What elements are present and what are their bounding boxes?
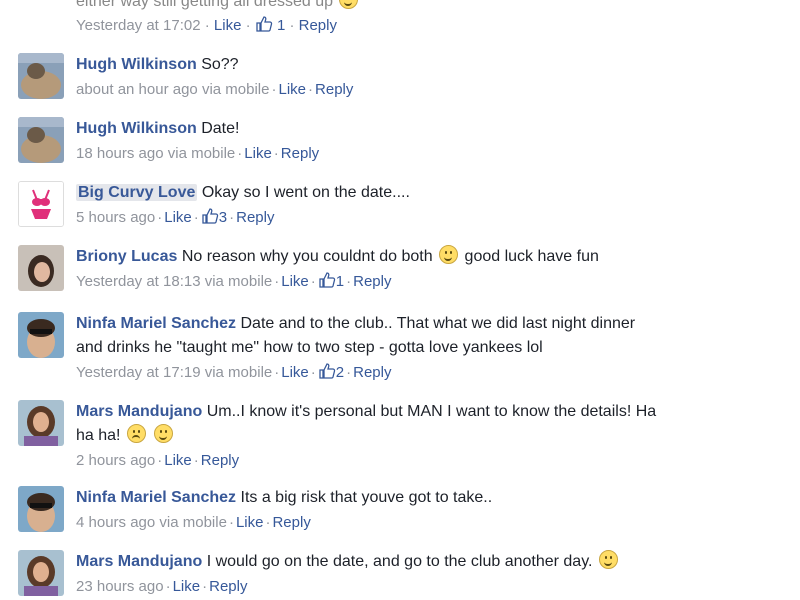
comment-meta: 2 hours ago · Like · Reply (76, 452, 240, 469)
smiley-emoji-icon (339, 0, 359, 9)
comment-text-cont: ha ha! (76, 427, 121, 444)
like-count[interactable]: 1 (336, 273, 344, 290)
avatar[interactable] (18, 245, 64, 291)
author-name[interactable]: Mars Mandujano (76, 553, 202, 570)
like-link[interactable]: Like (281, 273, 309, 290)
swimsuit-avatar-icon (19, 182, 63, 226)
comment-text: Its a big risk that youve got to take.. (240, 489, 493, 506)
avatar-briony-photo (18, 245, 64, 291)
comment-text: So?? (201, 56, 239, 73)
avatar[interactable] (18, 400, 64, 446)
avatar[interactable] (18, 550, 64, 596)
comment-meta: 5 hours ago · Like · 3 · Reply (76, 208, 275, 226)
comment-meta: Yesterday at 17:19 via mobile · Like · 2 · Rep… (76, 363, 392, 381)
avatar-ninfa-photo (18, 312, 64, 358)
like-link[interactable]: Like (164, 209, 192, 226)
thumbs-up-icon[interactable] (318, 272, 336, 288)
reply-link[interactable]: Reply (299, 17, 337, 34)
comment-text: Okay so I went on the date.... (201, 184, 410, 201)
avatar-mars-photo (18, 400, 64, 446)
comment-text: Date! (201, 120, 240, 137)
sad-emoji-icon (126, 424, 146, 443)
like-link[interactable]: Like (244, 145, 272, 162)
like-count[interactable]: 3 (219, 209, 227, 226)
author-name[interactable]: Ninfa Mariel Sanchez (76, 489, 236, 506)
comment-text-cont: good luck have fun (464, 248, 599, 265)
author-name[interactable]: Hugh Wilkinson (76, 120, 197, 137)
smiley-emoji-icon (154, 424, 174, 443)
smiley-emoji-icon (439, 245, 459, 264)
reply-link[interactable]: Reply (272, 514, 310, 531)
author-name[interactable]: Ninfa Mariel Sanchez (76, 315, 236, 332)
timestamp[interactable]: 4 hours ago via mobile (76, 514, 227, 531)
comment-meta: Yesterday at 18:13 via mobile · Like · 1 · Rep… (76, 272, 392, 290)
comment-text-cont: and drinks he "taught me" how to two ste… (76, 339, 543, 356)
reply-link[interactable]: Reply (201, 452, 239, 469)
avatar[interactable] (18, 117, 64, 163)
comment-meta: 4 hours ago via mobile · Like · Reply (76, 514, 311, 531)
thumbs-up-icon[interactable] (255, 16, 273, 32)
comment-text: I would go on the date, and go to the cl… (206, 553, 593, 570)
comment-meta: about an hour ago via mobile · Like · Reply (76, 81, 354, 98)
comment-meta: 23 hours ago · Like · Reply (76, 578, 248, 595)
author-name[interactable]: Mars Mandujano (76, 403, 202, 420)
avatar-mars-photo (18, 550, 64, 596)
reply-link[interactable]: Reply (353, 364, 391, 381)
thumbs-up-icon[interactable] (318, 363, 336, 379)
reply-link[interactable]: Reply (353, 273, 391, 290)
timestamp[interactable]: 18 hours ago via mobile (76, 145, 235, 162)
author-name[interactable]: Briony Lucas (76, 248, 177, 265)
comment-meta: 18 hours ago via mobile · Like · Reply (76, 145, 320, 162)
reply-link[interactable]: Reply (209, 578, 247, 595)
timestamp[interactable]: 2 hours ago (76, 452, 155, 469)
timestamp[interactable]: 23 hours ago (76, 578, 164, 595)
like-link[interactable]: Like (173, 578, 201, 595)
like-link[interactable]: Like (236, 514, 264, 531)
smiley-emoji-icon (598, 550, 618, 569)
timestamp[interactable]: Yesterday at 17:19 via mobile (76, 364, 272, 381)
avatar-ninfa-photo (18, 486, 64, 532)
comment-text: either way still getting all dressed up (76, 0, 360, 11)
like-link[interactable]: Like (164, 452, 192, 469)
timestamp[interactable]: Yesterday at 18:13 via mobile (76, 273, 272, 290)
avatar[interactable] (18, 181, 64, 227)
comment-text: Um..I know it's personal but MAN I want … (206, 403, 657, 420)
avatar-hugh-photo (18, 53, 64, 99)
comment-text: No reason why you couldnt do both (181, 248, 433, 265)
author-name[interactable]: Big Curvy Love (76, 184, 198, 201)
comment-meta: Yesterday at 17:02 · Like · 1 · Reply (76, 16, 337, 34)
avatar[interactable] (18, 312, 64, 358)
timestamp[interactable]: Yesterday at 17:02 (76, 17, 201, 34)
thumbs-up-icon[interactable] (201, 208, 219, 224)
reply-link[interactable]: Reply (236, 209, 274, 226)
avatar-hugh-photo (18, 117, 64, 163)
like-link[interactable]: Like (214, 17, 242, 34)
timestamp[interactable]: 5 hours ago (76, 209, 155, 226)
reply-link[interactable]: Reply (281, 145, 319, 162)
reply-link[interactable]: Reply (315, 81, 353, 98)
author-name[interactable]: Hugh Wilkinson (76, 56, 197, 73)
avatar[interactable] (18, 53, 64, 99)
like-link[interactable]: Like (281, 364, 309, 381)
avatar[interactable] (18, 486, 64, 532)
comment-text: Date and to the club.. That what we did … (240, 315, 636, 332)
like-link[interactable]: Like (278, 81, 306, 98)
like-count[interactable]: 1 (277, 17, 285, 34)
like-count[interactable]: 2 (336, 364, 344, 381)
timestamp[interactable]: about an hour ago via mobile (76, 81, 269, 98)
